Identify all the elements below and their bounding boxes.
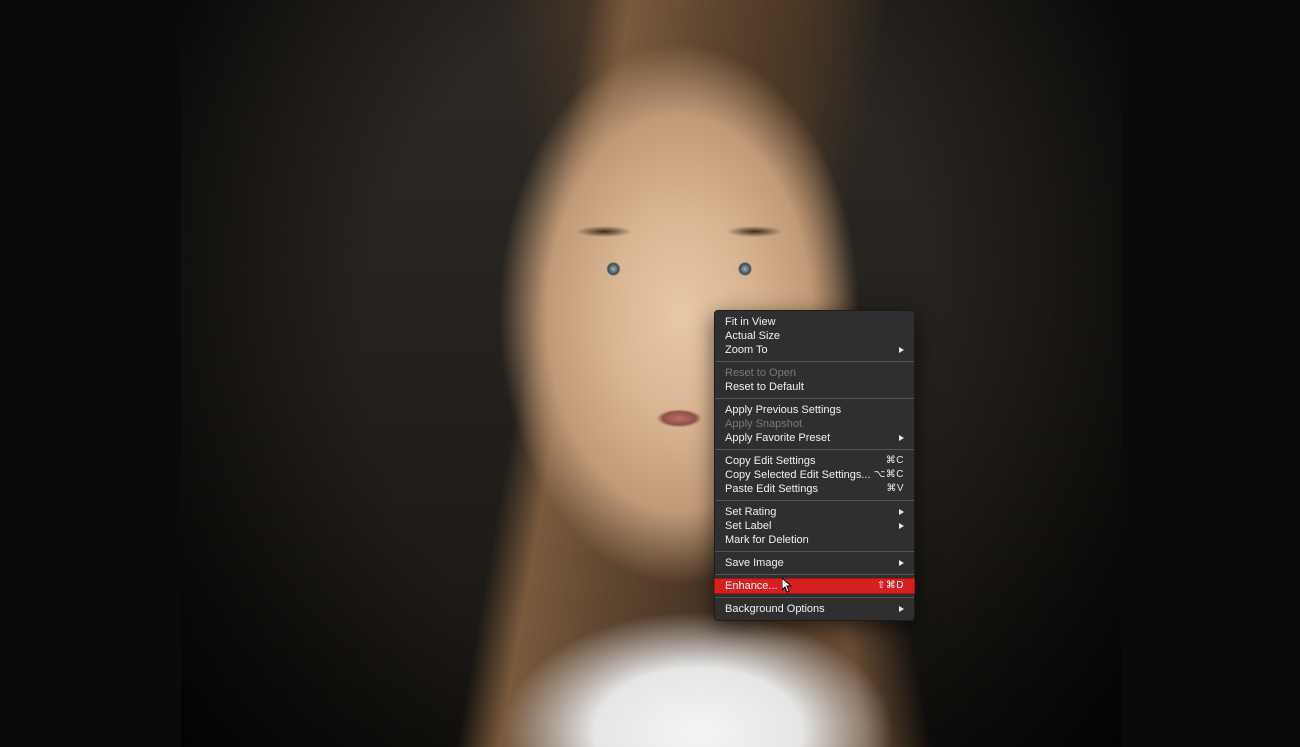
menu-item-label: Enhance...: [725, 579, 877, 593]
menu-item-enhance[interactable]: Enhance...⇧⌘D: [715, 579, 914, 593]
submenu-arrow-icon: [899, 347, 904, 353]
menu-item-save-image[interactable]: Save Image: [715, 556, 914, 570]
menu-item-label: Save Image: [725, 556, 893, 570]
menu-item-label: Copy Edit Settings: [725, 454, 886, 468]
menu-item-shortcut: ⌘C: [886, 454, 904, 468]
menu-separator: [715, 574, 914, 575]
menu-separator: [715, 500, 914, 501]
menu-item-label: Apply Previous Settings: [725, 403, 904, 417]
menu-item-paste-edit-settings[interactable]: Paste Edit Settings⌘V: [715, 482, 914, 496]
menu-item-label: Background Options: [725, 602, 893, 616]
portrait-image: [181, 0, 1121, 747]
menu-separator: [715, 597, 914, 598]
menu-item-shortcut: ⌘V: [886, 482, 904, 496]
menu-item-label: Zoom To: [725, 343, 893, 357]
menu-item-label: Set Label: [725, 519, 893, 533]
menu-item-mark-for-deletion[interactable]: Mark for Deletion: [715, 533, 914, 547]
submenu-arrow-icon: [899, 509, 904, 515]
submenu-arrow-icon: [899, 523, 904, 529]
menu-item-actual-size[interactable]: Actual Size: [715, 329, 914, 343]
menu-item-label: Reset to Open: [725, 366, 904, 380]
menu-separator: [715, 398, 914, 399]
menu-separator: [715, 361, 914, 362]
menu-item-copy-selected-edit-settings[interactable]: Copy Selected Edit Settings...⌥⌘C: [715, 468, 914, 482]
menu-item-label: Mark for Deletion: [725, 533, 904, 547]
image-canvas[interactable]: [181, 0, 1121, 747]
menu-item-label: Apply Favorite Preset: [725, 431, 893, 445]
submenu-arrow-icon: [899, 560, 904, 566]
menu-item-apply-favorite-preset[interactable]: Apply Favorite Preset: [715, 431, 914, 445]
menu-item-label: Actual Size: [725, 329, 904, 343]
menu-item-label: Reset to Default: [725, 380, 904, 394]
menu-item-set-label[interactable]: Set Label: [715, 519, 914, 533]
menu-item-label: Copy Selected Edit Settings...: [725, 468, 874, 482]
menu-separator: [715, 551, 914, 552]
menu-item-label: Set Rating: [725, 505, 893, 519]
menu-item-label: Apply Snapshot: [725, 417, 904, 431]
menu-item-label: Paste Edit Settings: [725, 482, 886, 496]
menu-item-fit-in-view[interactable]: Fit in View: [715, 315, 914, 329]
menu-item-apply-previous-settings[interactable]: Apply Previous Settings: [715, 403, 914, 417]
menu-separator: [715, 449, 914, 450]
menu-item-background-options[interactable]: Background Options: [715, 602, 914, 616]
submenu-arrow-icon: [899, 606, 904, 612]
menu-item-copy-edit-settings[interactable]: Copy Edit Settings⌘C: [715, 454, 914, 468]
menu-item-reset-to-default[interactable]: Reset to Default: [715, 380, 914, 394]
menu-item-reset-to-open: Reset to Open: [715, 366, 914, 380]
menu-item-zoom-to[interactable]: Zoom To: [715, 343, 914, 357]
submenu-arrow-icon: [899, 435, 904, 441]
context-menu[interactable]: Fit in ViewActual SizeZoom To Reset to Op…: [714, 310, 915, 621]
menu-item-shortcut: ⌥⌘C: [874, 468, 904, 482]
menu-item-apply-snapshot: Apply Snapshot: [715, 417, 914, 431]
menu-item-shortcut: ⇧⌘D: [877, 579, 904, 593]
menu-item-set-rating[interactable]: Set Rating: [715, 505, 914, 519]
menu-item-label: Fit in View: [725, 315, 904, 329]
